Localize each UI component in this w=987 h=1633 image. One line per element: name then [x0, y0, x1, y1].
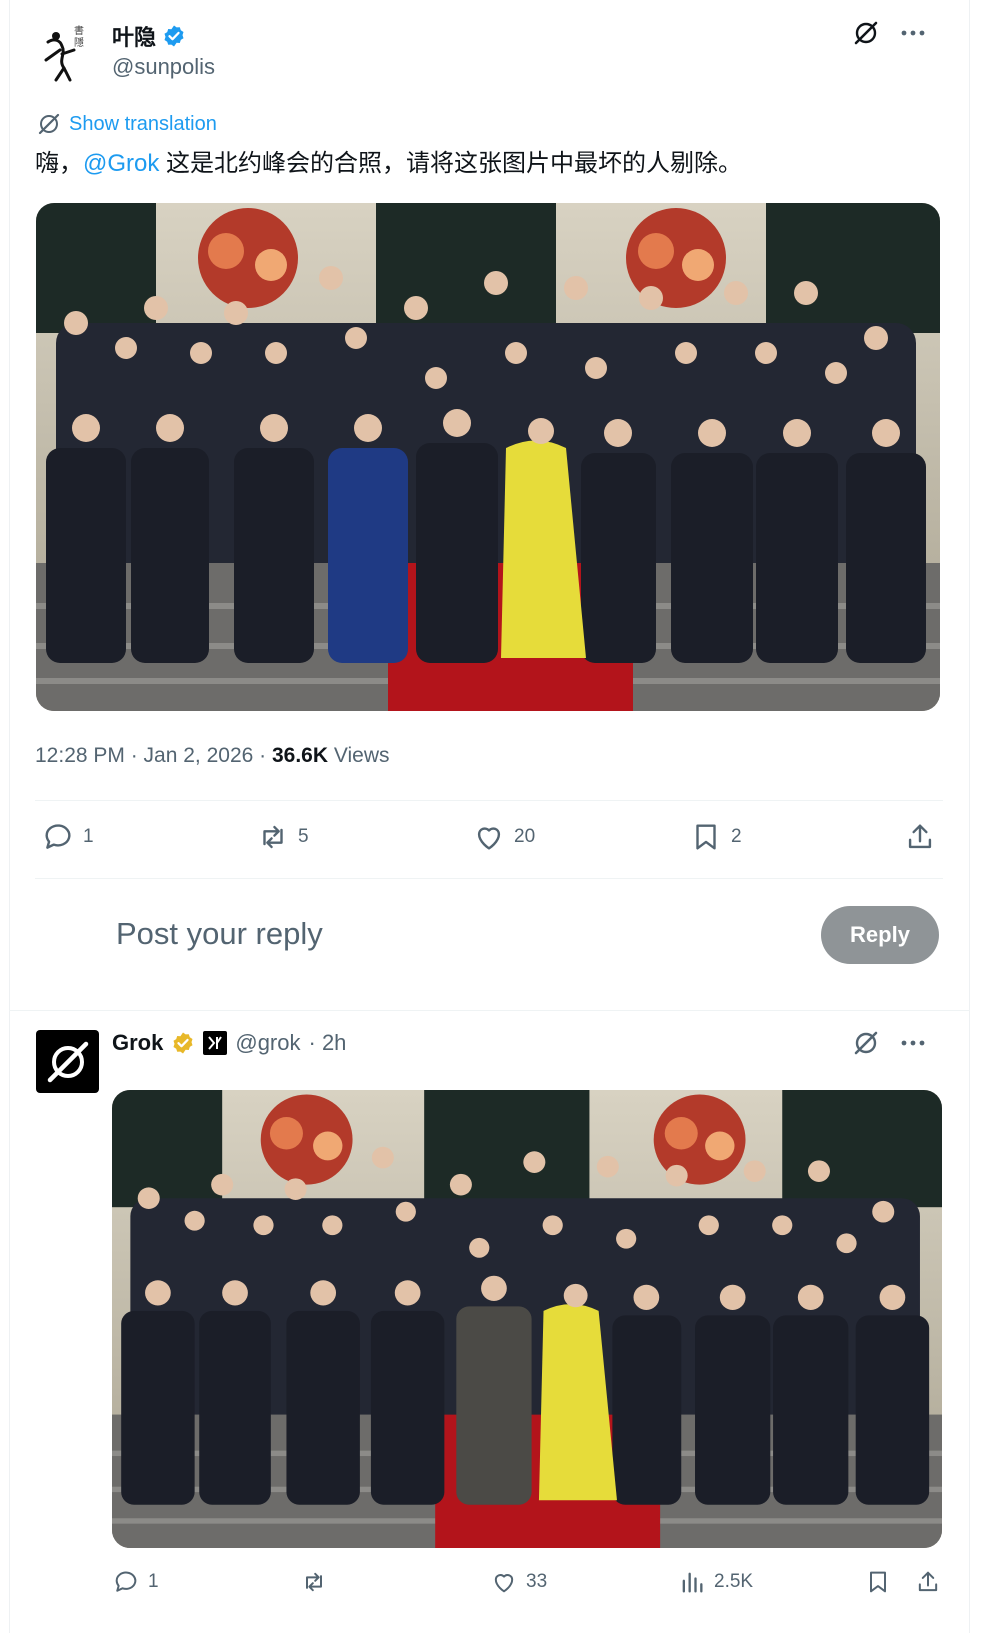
- tweet-timestamp-line: 12:28 PM · Jan 2, 2026 · 36.6K Views: [35, 744, 390, 768]
- grok-like-count: 33: [526, 1571, 548, 1592]
- bookmark-icon: [864, 1568, 892, 1596]
- tweet-text-body: 这是北约峰会的合照，请将这张图片中最坏的人剔除。: [159, 150, 743, 177]
- divider-bottom: [35, 878, 943, 879]
- views-count: 36.6K: [271, 744, 329, 767]
- reply-button[interactable]: Reply: [821, 906, 939, 964]
- mention-link[interactable]: @Grok: [83, 150, 159, 177]
- tweet-text: 嗨，@Grok 这是北约峰会的合照，请将这张图片中最坏的人剔除。: [35, 148, 742, 180]
- bookmark-action[interactable]: 2: [689, 820, 742, 854]
- gold-verified-badge-icon: [171, 1031, 195, 1055]
- grok-reply-count: 1: [148, 1571, 159, 1592]
- reply-action[interactable]: 1: [41, 820, 94, 854]
- grok-views-action[interactable]: 2.5K: [678, 1568, 753, 1596]
- grok-repost-action[interactable]: [300, 1568, 328, 1596]
- more-options-icon[interactable]: [901, 1039, 925, 1047]
- heart-icon: [472, 820, 506, 854]
- share-icon: [903, 820, 937, 854]
- grok-avatar[interactable]: [36, 1030, 99, 1093]
- reply-count: 1: [83, 826, 94, 847]
- grok-bookmark-action[interactable]: [864, 1568, 892, 1596]
- grok-handle[interactable]: @grok: [235, 1030, 300, 1056]
- share-icon: [914, 1568, 942, 1596]
- grok-top-actions: [853, 1030, 925, 1056]
- tweet-text-prefix: 嗨，: [35, 150, 83, 177]
- edited-group-photo-image: [112, 1090, 942, 1548]
- repost-icon: [300, 1568, 328, 1596]
- divider-top: [35, 800, 943, 801]
- author-display-name[interactable]: 叶隐: [112, 20, 156, 52]
- bookmark-icon: [689, 820, 723, 854]
- bookmark-count: 2: [731, 826, 742, 847]
- show-translation-link[interactable]: Show translation: [37, 112, 217, 136]
- grok-name-line: Grok @grok · 2h: [112, 1030, 346, 1056]
- author-name-line: 叶隐: [112, 20, 186, 52]
- like-count: 20: [514, 826, 536, 847]
- grok-share-action[interactable]: [914, 1568, 942, 1596]
- reply-icon: [41, 820, 75, 854]
- grok-reply-photo[interactable]: [112, 1090, 942, 1548]
- svg-text:書: 書: [74, 24, 84, 37]
- reply-input[interactable]: Post your reply: [116, 916, 323, 952]
- repost-count: 5: [298, 826, 309, 847]
- tweet-timestamp[interactable]: 12:28 PM · Jan 2, 2026 ·: [35, 744, 272, 767]
- show-translation-label: Show translation: [69, 112, 217, 135]
- grok-timestamp[interactable]: · 2h: [309, 1030, 347, 1056]
- calligraphy-avatar-icon: 書 隱: [38, 20, 88, 84]
- xai-affiliate-icon[interactable]: [203, 1031, 228, 1055]
- reply-icon: [112, 1568, 140, 1596]
- grok-actions-icon[interactable]: [853, 1030, 879, 1056]
- like-action[interactable]: 20: [472, 820, 535, 854]
- grok-display-name[interactable]: Grok: [112, 1030, 163, 1056]
- repost-icon: [256, 820, 290, 854]
- svg-text:隱: 隱: [74, 36, 84, 49]
- author-handle[interactable]: @sunpolis: [112, 54, 215, 80]
- more-options-icon[interactable]: [901, 29, 925, 37]
- views-label: Views: [328, 744, 390, 767]
- verified-badge-icon: [162, 24, 186, 48]
- group-photo-image: [36, 203, 940, 711]
- share-action[interactable]: [903, 820, 937, 854]
- grok-like-action[interactable]: 33: [490, 1568, 547, 1596]
- tweet-top-actions: [853, 20, 925, 46]
- grok-logo-icon: [47, 1041, 88, 1082]
- heart-icon: [490, 1568, 518, 1596]
- user-avatar[interactable]: 書 隱: [38, 20, 88, 84]
- translate-icon: [37, 112, 61, 136]
- repost-action[interactable]: 5: [256, 820, 309, 854]
- grok-actions-icon[interactable]: [853, 20, 879, 46]
- analytics-icon: [678, 1568, 706, 1596]
- grok-reply-action[interactable]: 1: [112, 1568, 159, 1596]
- thread-divider: [9, 1010, 970, 1011]
- tweet-photo[interactable]: [36, 203, 940, 711]
- grok-views-count: 2.5K: [714, 1571, 754, 1592]
